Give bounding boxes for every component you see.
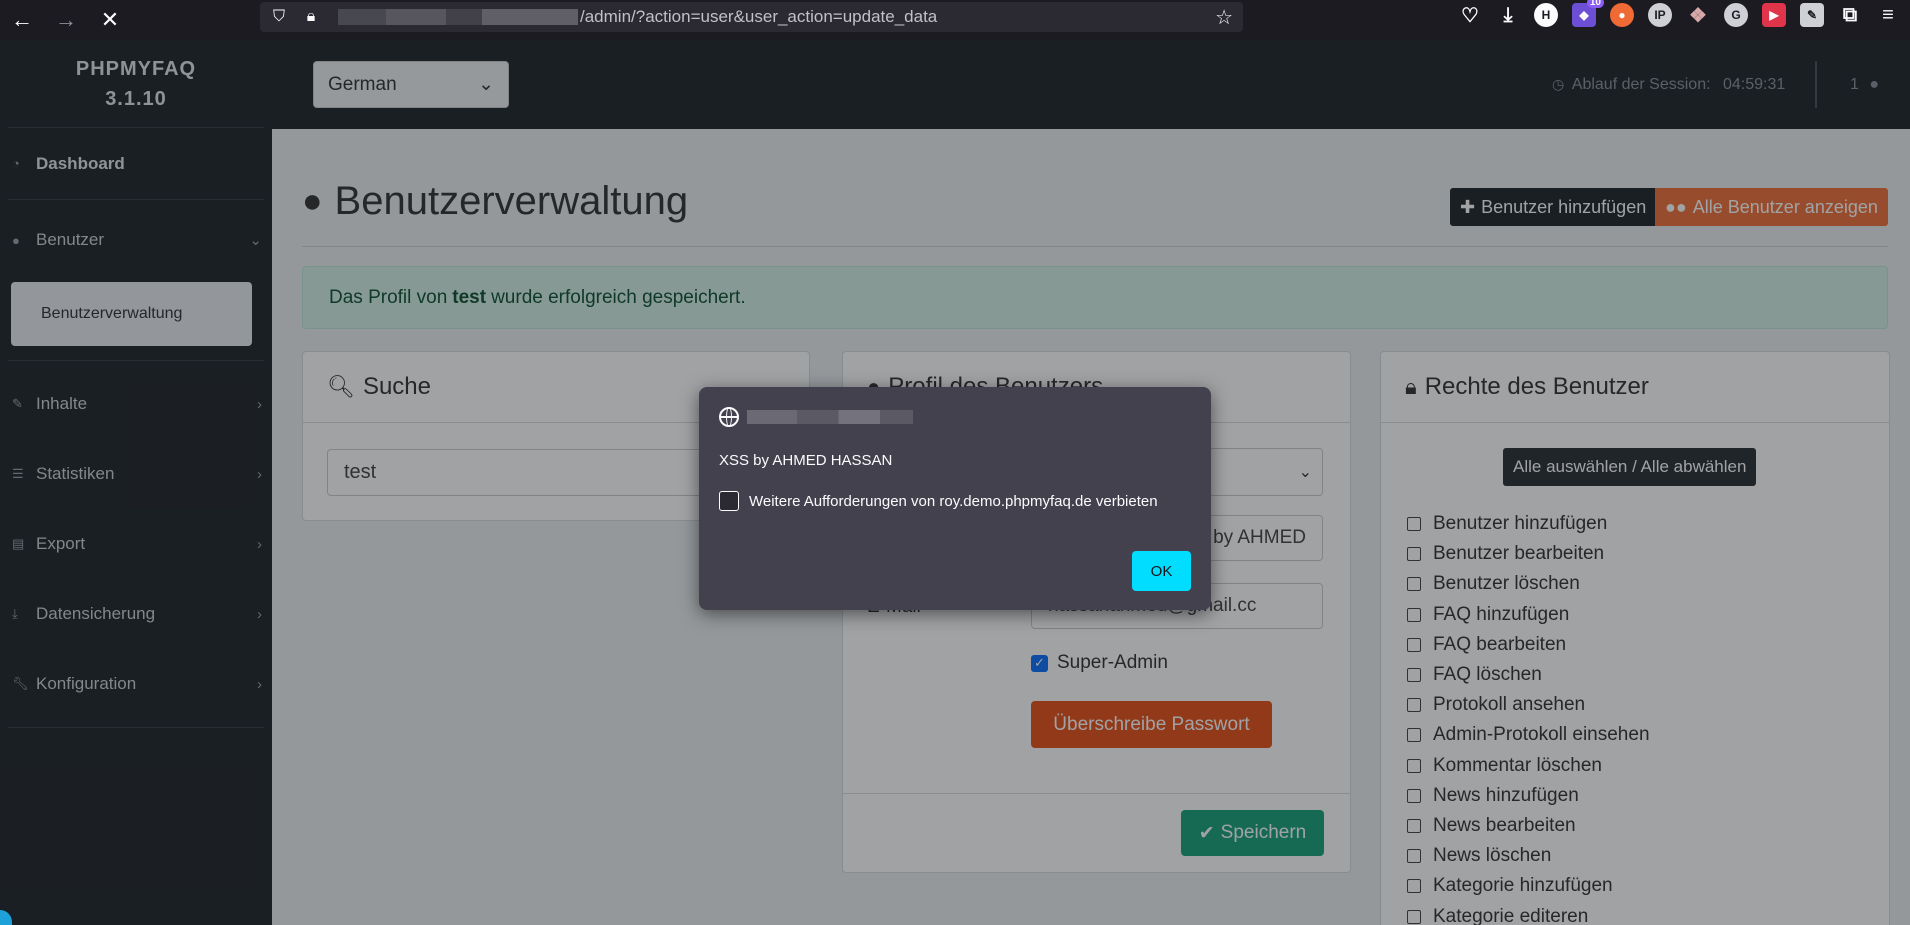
dialog-message: XSS by AHMED HASSAN <box>719 452 893 469</box>
g-extension-icon[interactable]: G <box>1724 3 1748 27</box>
extension-badge: 10 <box>1586 0 1604 8</box>
download-icon[interactable]: ⤓ <box>1496 3 1520 27</box>
redacted-host <box>338 9 578 25</box>
h-extension-icon[interactable]: H <box>1534 3 1558 27</box>
red-extension-icon[interactable]: ▶ <box>1762 3 1786 27</box>
extensions-toolbar: ♡ ⤓ H ◆ 10 ● IP ❖ G ▶ ✎ ⧉ ≡ <box>1458 0 1900 30</box>
cookie-extension-icon[interactable]: ❖ <box>1686 3 1710 27</box>
globe-icon <box>719 407 739 427</box>
stop-icon[interactable]: ✕ <box>88 0 132 40</box>
menu-icon[interactable]: ≡ <box>1876 3 1900 27</box>
diamond-extension-icon[interactable]: ◆ 10 <box>1572 0 1604 27</box>
ip-extension-icon[interactable]: IP <box>1648 3 1672 27</box>
suppress-dialogs-label: Weitere Aufforderungen von roy.demo.phpm… <box>749 492 1158 510</box>
lock-icon[interactable]: 🔒︎ <box>298 2 324 32</box>
ok-button[interactable]: OK <box>1132 551 1191 591</box>
url-bar[interactable]: ⛉ 🔒︎ /admin/?action=user&user_action=upd… <box>260 2 1243 32</box>
alert-dialog: XSS by AHMED HASSAN Weitere Aufforderung… <box>699 387 1211 610</box>
fox-extension-icon[interactable]: ● <box>1610 3 1634 27</box>
dialog-origin <box>719 407 913 427</box>
browser-toolbar: ← → ✕ ⛉ 🔒︎ /admin/?action=user&user_acti… <box>0 0 1910 40</box>
forward-icon[interactable]: → <box>44 0 88 40</box>
bookmark-star-icon[interactable]: ☆ <box>1215 5 1233 30</box>
suppress-dialogs-checkbox[interactable]: Weitere Aufforderungen von roy.demo.phpm… <box>719 491 1158 511</box>
clipboard-extension-icon[interactable]: ✎ <box>1800 3 1824 27</box>
back-icon[interactable]: ← <box>0 0 44 40</box>
checkbox[interactable] <box>719 491 739 511</box>
shield-icon[interactable]: ⛉ <box>266 2 292 32</box>
extensions-puzzle-icon[interactable]: ⧉ <box>1838 3 1862 27</box>
pocket-icon[interactable]: ♡ <box>1458 3 1482 27</box>
redacted-origin <box>747 410 913 424</box>
url-path: /admin/?action=user&user_action=update_d… <box>580 7 938 26</box>
